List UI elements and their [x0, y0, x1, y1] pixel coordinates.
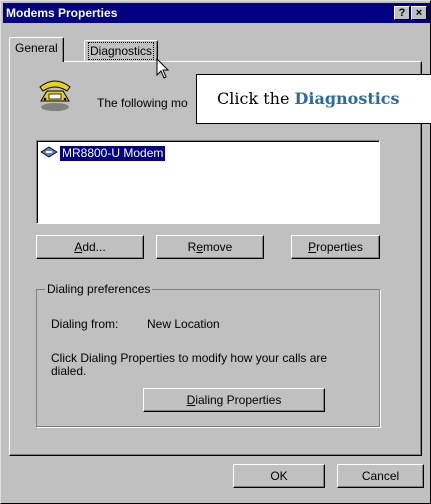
remove-button-accel: e — [196, 240, 203, 254]
telephone-modem-icon — [37, 77, 73, 116]
callout-highlight: Diagnostics — [294, 89, 400, 108]
dialing-properties-button[interactable]: Dialing Properties — [143, 388, 325, 412]
remove-button-label: move — [203, 240, 233, 254]
dialing-hint-line1: Click Dialing Properties to modify how y… — [51, 351, 328, 365]
window-title: Modems Properties — [6, 6, 118, 20]
mouse-cursor-icon — [156, 57, 170, 83]
modems-list[interactable]: MR8800-U Modem — [36, 140, 380, 224]
properties-button[interactable]: Properties — [291, 235, 380, 259]
cancel-button[interactable]: Cancel — [337, 464, 424, 488]
remove-button-label-pre: R — [187, 240, 197, 254]
remove-button[interactable]: Remove — [156, 235, 264, 259]
modems-intro-text: The following mo — [97, 96, 188, 110]
dialing-from-value: New Location — [147, 317, 220, 331]
help-button[interactable]: ? — [394, 6, 410, 20]
dialing-hint-line2: dialed. — [51, 364, 87, 378]
instruction-callout: Click the Diagnostics — [196, 74, 431, 124]
properties-button-label: roperties — [316, 240, 363, 254]
list-item[interactable]: MR8800-U Modem — [40, 145, 166, 161]
dialing-properties-accel: D — [186, 393, 196, 407]
ok-button[interactable]: OK — [233, 464, 325, 488]
modem-name: MR8800-U Modem — [60, 145, 166, 161]
properties-button-accel: P — [308, 240, 317, 254]
add-button[interactable]: Add... — [36, 235, 144, 259]
dialing-properties-label: ialing Properties — [195, 393, 282, 407]
dialing-preferences-group: Dialing preferences Dialing from: New Lo… — [36, 282, 380, 427]
tab-diagnostics-label: Diagnostics — [87, 42, 155, 60]
modem-icon — [40, 146, 58, 161]
tab-general-label: General — [15, 41, 58, 55]
dialing-from-label: Dialing from: — [51, 317, 119, 331]
callout-prefix: Click the — [217, 89, 295, 108]
tab-general[interactable]: General — [9, 37, 64, 62]
close-button[interactable]: × — [411, 6, 427, 20]
title-bar[interactable]: Modems Properties ? × — [3, 3, 430, 23]
add-button-label: dd... — [82, 240, 106, 254]
dialing-preferences-label: Dialing preferences — [45, 282, 153, 296]
tab-diagnostics[interactable]: Diagnostics — [84, 40, 159, 62]
